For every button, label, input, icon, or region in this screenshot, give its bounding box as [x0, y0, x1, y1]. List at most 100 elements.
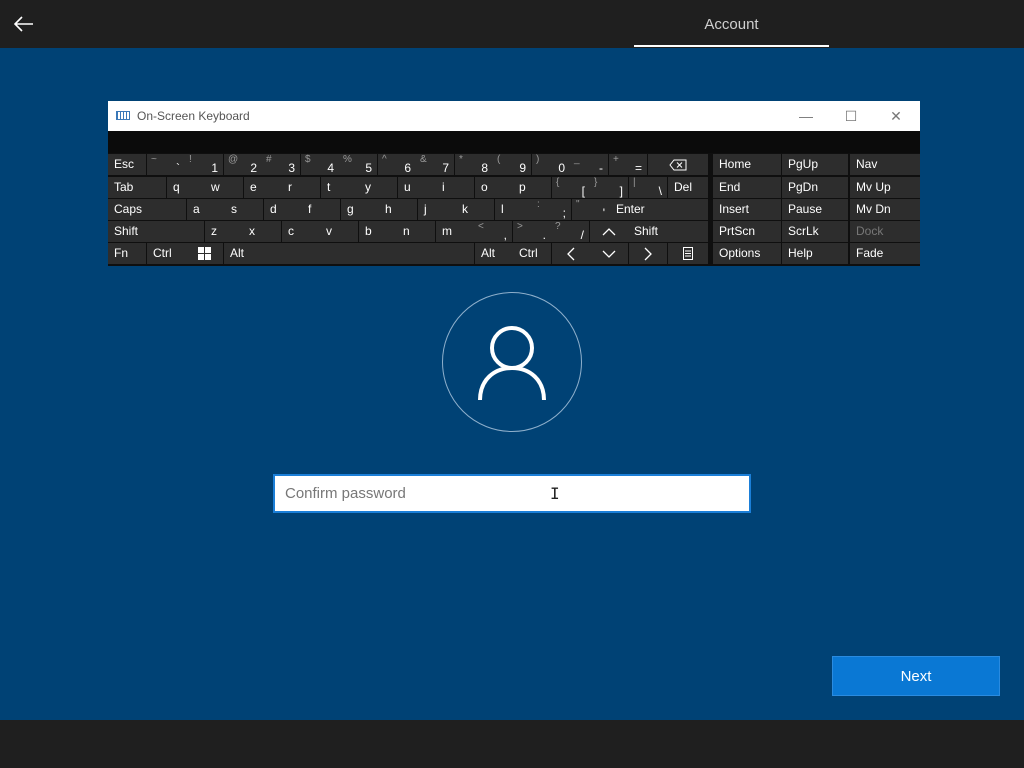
key-y[interactable]: y — [359, 177, 397, 198]
key-shift-label: ~ — [151, 154, 157, 165]
key-n[interactable]: n — [397, 221, 435, 242]
key-5[interactable]: % 5 — [339, 154, 377, 175]
key-help[interactable]: Help — [782, 243, 848, 264]
key-arrow-down[interactable] — [590, 243, 628, 264]
key-6[interactable]: ^ 6 — [378, 154, 416, 175]
key-main-label: \ — [658, 184, 662, 198]
key-l[interactable]: l — [495, 199, 533, 220]
key-7[interactable]: & 7 — [416, 154, 454, 175]
key-ctrl[interactable]: Ctrl — [147, 243, 185, 264]
key-.[interactable]: >. — [513, 221, 551, 242]
key-t[interactable]: t — [321, 177, 359, 198]
osk-title-bar[interactable]: On-Screen Keyboard — ☐ ✕ — [108, 101, 920, 131]
key-r[interactable]: r — [282, 177, 320, 198]
key-4[interactable]: $4 — [301, 154, 339, 175]
key-p[interactable]: p — [513, 177, 551, 198]
key-z[interactable]: z — [205, 221, 243, 242]
key-menu[interactable] — [668, 243, 708, 264]
key-u[interactable]: u — [398, 177, 436, 198]
key-9[interactable]: (9 — [493, 154, 531, 175]
tab-account[interactable]: Account — [634, 0, 829, 48]
maximize-button[interactable]: ☐ — [831, 101, 871, 131]
key-dock[interactable]: Dock — [850, 221, 920, 242]
key-f[interactable]: f — [302, 199, 340, 220]
close-button[interactable]: ✕ — [876, 101, 916, 131]
key-esc[interactable]: Esc — [108, 154, 146, 175]
key-arrow-right[interactable] — [629, 243, 667, 264]
key-o[interactable]: o — [475, 177, 513, 198]
key-c[interactable]: c — [282, 221, 320, 242]
key-3[interactable]: #3 — [262, 154, 300, 175]
key-,[interactable]: <, — [474, 221, 512, 242]
key-caps[interactable]: Caps — [108, 199, 186, 220]
key-b[interactable]: b — [359, 221, 397, 242]
key-main-label: = — [634, 161, 642, 175]
key-enter[interactable]: Enter — [610, 199, 708, 220]
key-space[interactable] — [262, 243, 474, 264]
confirm-password-input[interactable] — [275, 476, 749, 511]
key-pause[interactable]: Pause — [782, 199, 848, 220]
key-shift[interactable]: Shift — [628, 221, 708, 242]
key-x[interactable]: x — [243, 221, 281, 242]
key-`[interactable]: ~ ` — [147, 154, 185, 175]
key-options[interactable]: Options — [713, 243, 781, 264]
key-s[interactable]: s — [225, 199, 263, 220]
key-mv-dn[interactable]: Mv Dn — [850, 199, 920, 220]
key-del[interactable]: Del — [668, 177, 708, 198]
key-d[interactable]: d — [264, 199, 302, 220]
key-pgup[interactable]: PgUp — [782, 154, 848, 175]
key--[interactable]: _ - — [570, 154, 608, 175]
key-k[interactable]: k — [456, 199, 494, 220]
key-'[interactable]: " ' — [572, 199, 610, 220]
key-label: Tab — [114, 180, 134, 194]
key-pgdn[interactable]: PgDn — [782, 177, 848, 198]
key-0[interactable]: ) 0 — [532, 154, 570, 175]
key-prtscn[interactable]: PrtScn — [713, 221, 781, 242]
key-;[interactable]: :; — [533, 199, 571, 220]
key-2[interactable]: @2 — [224, 154, 262, 175]
key-alt[interactable]: Alt — [224, 243, 262, 264]
key-tab[interactable]: Tab — [108, 177, 166, 198]
key-main-label: / — [580, 228, 584, 242]
key-e[interactable]: e — [244, 177, 282, 198]
key-=[interactable]: + = — [609, 154, 647, 175]
key-label: Ctrl — [153, 246, 172, 260]
key-/[interactable]: ? / — [551, 221, 589, 242]
key-8[interactable]: * 8 — [455, 154, 493, 175]
key-\[interactable]: | \ — [629, 177, 667, 198]
key-fade[interactable]: Fade — [850, 243, 920, 264]
key-fn[interactable]: Fn — [108, 243, 146, 264]
key-w[interactable]: w — [205, 177, 243, 198]
key-arrow-up[interactable] — [590, 221, 628, 242]
key-scrlk[interactable]: ScrLk — [782, 221, 848, 242]
key-arrow-left[interactable] — [552, 243, 590, 264]
key-mv-up[interactable]: Mv Up — [850, 177, 920, 198]
key-nav[interactable]: Nav — [850, 154, 920, 175]
key-alt[interactable]: Alt — [475, 243, 513, 264]
key-h[interactable]: h — [379, 199, 417, 220]
key-shift[interactable]: Shift — [108, 221, 204, 242]
key-q[interactable]: q — [167, 177, 205, 198]
minimize-button[interactable]: — — [786, 101, 826, 131]
key-i[interactable]: i — [436, 177, 474, 198]
key-a[interactable]: a — [187, 199, 225, 220]
next-button[interactable]: Next — [832, 656, 1000, 696]
key-ctrl[interactable]: Ctrl — [513, 243, 551, 264]
key-1[interactable]: ! 1 — [185, 154, 223, 175]
key-home[interactable]: Home — [713, 154, 781, 175]
osk-title: On-Screen Keyboard — [137, 109, 250, 123]
back-button[interactable] — [8, 8, 40, 40]
key-backspace[interactable] — [648, 154, 708, 175]
key-main-label: ' — [602, 206, 605, 220]
key-[[interactable]: {[ — [552, 177, 590, 198]
key-windows[interactable] — [185, 243, 223, 264]
key-insert[interactable]: Insert — [713, 199, 781, 220]
key-end[interactable]: End — [713, 177, 781, 198]
key-label: PgDn — [788, 180, 819, 194]
menu-icon — [668, 243, 708, 264]
key-g[interactable]: g — [341, 199, 379, 220]
key-v[interactable]: v — [320, 221, 358, 242]
key-m[interactable]: m — [436, 221, 474, 242]
key-][interactable]: }] — [590, 177, 628, 198]
key-j[interactable]: j — [418, 199, 456, 220]
